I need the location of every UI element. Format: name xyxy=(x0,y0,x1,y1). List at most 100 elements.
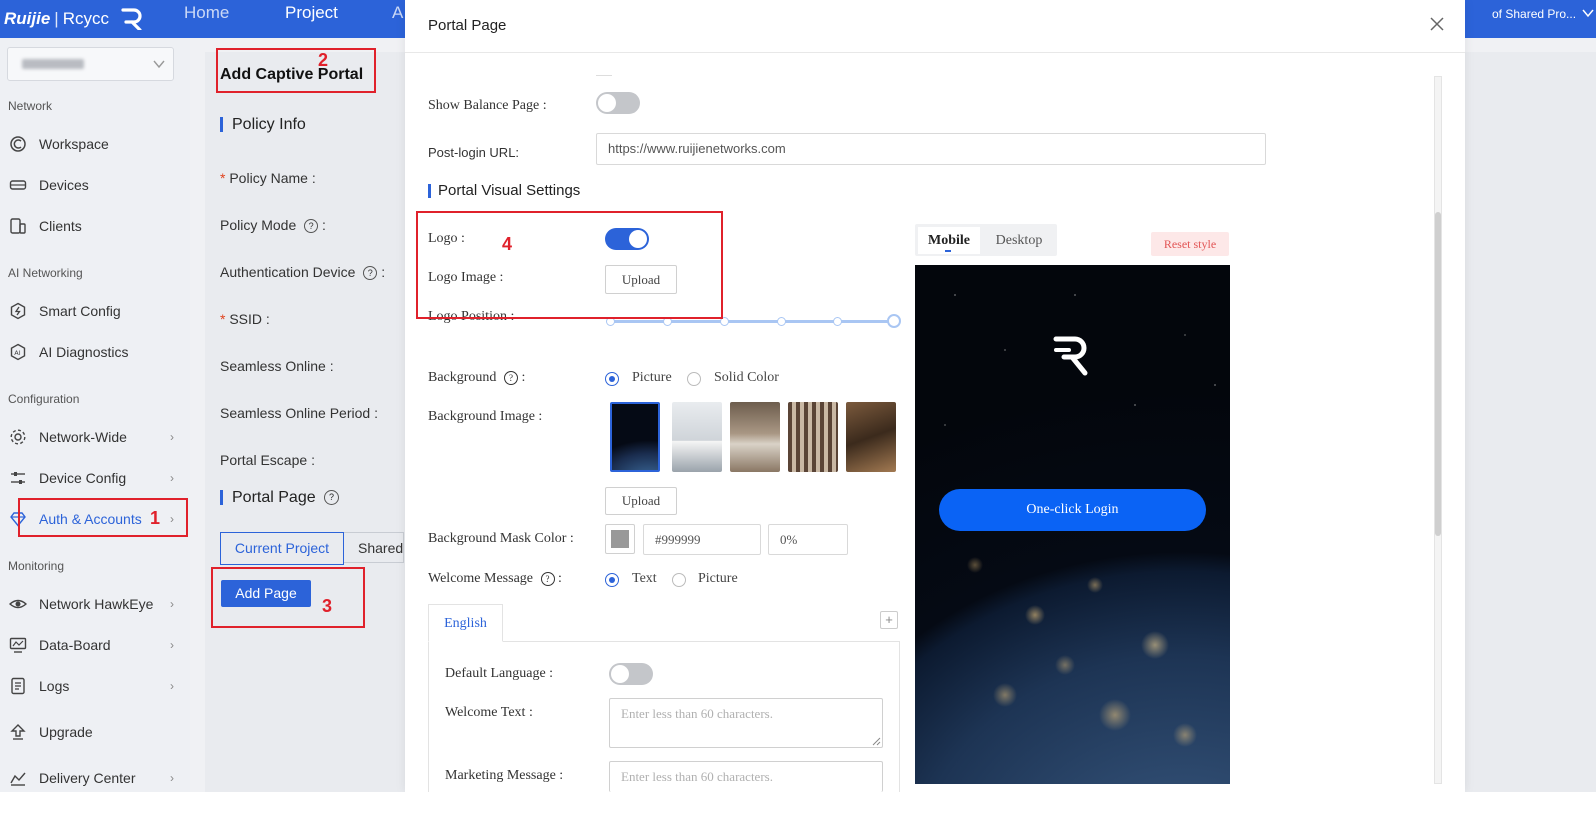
section-marker xyxy=(220,117,223,133)
chevron-right-icon: › xyxy=(170,471,174,485)
field-authentication-device: Authentication Device ? : xyxy=(220,264,386,281)
tab-current-project[interactable]: Current Project xyxy=(220,532,344,565)
field-colon: : xyxy=(265,311,270,327)
welcome-message-label-row: Welcome Message ? : xyxy=(428,571,562,587)
marketing-message-textarea[interactable]: Enter less than 60 characters. xyxy=(609,761,883,792)
clipped-field-edge xyxy=(596,75,612,76)
section-network: Network xyxy=(8,99,53,113)
field-policy-mode: Policy Mode ? : xyxy=(220,217,326,234)
sidebar-item-smart-config[interactable]: Smart Config xyxy=(0,292,190,330)
bg-thumbnail-earth[interactable] xyxy=(610,402,660,472)
scope-selector[interactable] xyxy=(7,47,174,81)
radio-solid-color[interactable] xyxy=(687,372,701,386)
brand-rcycc: Rcycc xyxy=(62,9,109,28)
radio-picture[interactable] xyxy=(605,372,619,386)
chevron-right-icon: › xyxy=(170,679,174,693)
annotation-label-1: 1 xyxy=(150,508,161,528)
sidebar-item-devices[interactable]: Devices xyxy=(0,166,190,204)
sidebar-item-label: Smart Config xyxy=(39,303,121,319)
help-icon[interactable]: ? xyxy=(324,490,340,506)
show-balance-toggle[interactable] xyxy=(596,92,640,114)
monitor-icon xyxy=(9,636,27,654)
mask-color-swatch[interactable] xyxy=(605,524,635,554)
bg-thumbnail-bookshelf[interactable] xyxy=(788,402,838,472)
scrollbar-thumb[interactable] xyxy=(1435,212,1441,536)
annotation-label-2: 2 xyxy=(318,50,329,70)
sidebar-item-label: Clients xyxy=(39,218,82,234)
slider-dot[interactable] xyxy=(777,317,786,326)
mask-opacity-input[interactable]: 0% xyxy=(768,524,848,555)
welcome-text-textarea[interactable]: Enter less than 60 characters. xyxy=(609,698,883,748)
clients-icon xyxy=(9,217,27,235)
bg-thumbnail-bedroom[interactable] xyxy=(730,402,780,472)
sidebar-item-label: Devices xyxy=(39,177,89,193)
slider-handle[interactable] xyxy=(887,314,901,328)
field-colon: : xyxy=(381,264,386,280)
toggle-knob xyxy=(611,665,629,683)
sidebar-item-network-hawkeye[interactable]: Network HawkEye › xyxy=(0,585,190,623)
svg-text:AI: AI xyxy=(14,349,20,357)
tab-active-indicator xyxy=(945,250,951,252)
field-colon: : xyxy=(329,358,334,374)
sidebar-item-device-config[interactable]: Device Config › xyxy=(0,459,190,497)
project-selector[interactable]: of Shared Pro... xyxy=(1492,3,1594,25)
radio-picture-welcome-label[interactable]: Picture xyxy=(698,571,738,587)
toggle-knob xyxy=(598,94,616,112)
nav-truncated[interactable]: A xyxy=(392,0,403,38)
brand-logo[interactable]: Ruijie | Rcycc xyxy=(4,4,144,32)
tab-shared[interactable]: Shared xyxy=(344,532,404,563)
slider-dot[interactable] xyxy=(833,317,842,326)
sidebar-item-network-wide[interactable]: Network-Wide › xyxy=(0,418,190,456)
field-label: Authentication Device xyxy=(220,264,356,280)
radio-picture-welcome[interactable] xyxy=(672,573,686,587)
tab-english[interactable]: English xyxy=(428,604,503,642)
annotation-box-1 xyxy=(18,498,188,537)
background-upload-button[interactable]: Upload xyxy=(605,487,677,515)
chevron-right-icon: › xyxy=(170,638,174,652)
help-icon[interactable]: ? xyxy=(540,571,555,586)
delivery-icon xyxy=(9,769,27,787)
bg-thumbnail-cafe[interactable] xyxy=(846,402,896,472)
field-seamless-online: Seamless Online : xyxy=(220,358,334,374)
mask-color-input[interactable]: #999999 xyxy=(643,524,761,555)
required-asterisk: * xyxy=(220,311,226,327)
nav-home[interactable]: Home xyxy=(184,0,229,38)
sidebar-item-logs[interactable]: Logs › xyxy=(0,667,190,705)
annotation-label-3: 3 xyxy=(322,596,333,616)
project-selector-label: of Shared Pro... xyxy=(1492,7,1577,21)
nav-project[interactable]: Project xyxy=(285,0,338,38)
sidebar-item-workspace[interactable]: Workspace xyxy=(0,125,190,163)
tab-desktop[interactable]: Desktop xyxy=(986,227,1052,254)
welcome-text-label: Welcome Text : xyxy=(445,705,533,720)
post-login-url-input[interactable]: https://www.ruijienetworks.com xyxy=(596,133,1266,165)
add-language-button[interactable]: + xyxy=(880,611,898,629)
gear-icon xyxy=(9,428,27,446)
radio-picture-label[interactable]: Picture xyxy=(632,370,672,386)
required-asterisk: * xyxy=(220,170,226,186)
marketing-message-label: Marketing Message : xyxy=(445,768,564,783)
sidebar-item-label: Delivery Center xyxy=(39,770,136,786)
portal-page-heading: Portal Page ? xyxy=(220,489,340,507)
default-language-label: Default Language : xyxy=(445,666,554,681)
sidebar-item-label: Data-Board xyxy=(39,637,111,653)
help-icon[interactable]: ? xyxy=(503,370,518,385)
help-icon[interactable]: ? xyxy=(304,219,319,234)
resize-handle-icon[interactable] xyxy=(871,736,881,746)
sidebar-item-upgrade[interactable]: Upgrade xyxy=(0,713,190,751)
sidebar-item-data-board[interactable]: Data-Board › xyxy=(0,626,190,664)
close-icon[interactable] xyxy=(1430,14,1444,36)
reset-style-button[interactable]: Reset style xyxy=(1151,232,1229,256)
smart-config-icon xyxy=(9,302,27,320)
radio-solid-color-label[interactable]: Solid Color xyxy=(714,370,779,386)
radio-text-label[interactable]: Text xyxy=(632,571,657,587)
sidebar-item-clients[interactable]: Clients xyxy=(0,207,190,245)
default-language-toggle[interactable] xyxy=(609,663,653,685)
logo-position-slider-track[interactable] xyxy=(610,320,895,323)
radio-text[interactable] xyxy=(605,573,619,587)
bg-thumbnail-office[interactable] xyxy=(672,402,722,472)
sidebar-item-label: Device Config xyxy=(39,470,127,486)
sidebar-item-ai-diagnostics[interactable]: AI AI Diagnostics xyxy=(0,333,190,371)
blurred-scope-name xyxy=(22,59,84,69)
one-click-login-button[interactable]: One-click Login xyxy=(939,489,1206,531)
help-icon[interactable]: ? xyxy=(363,266,378,281)
